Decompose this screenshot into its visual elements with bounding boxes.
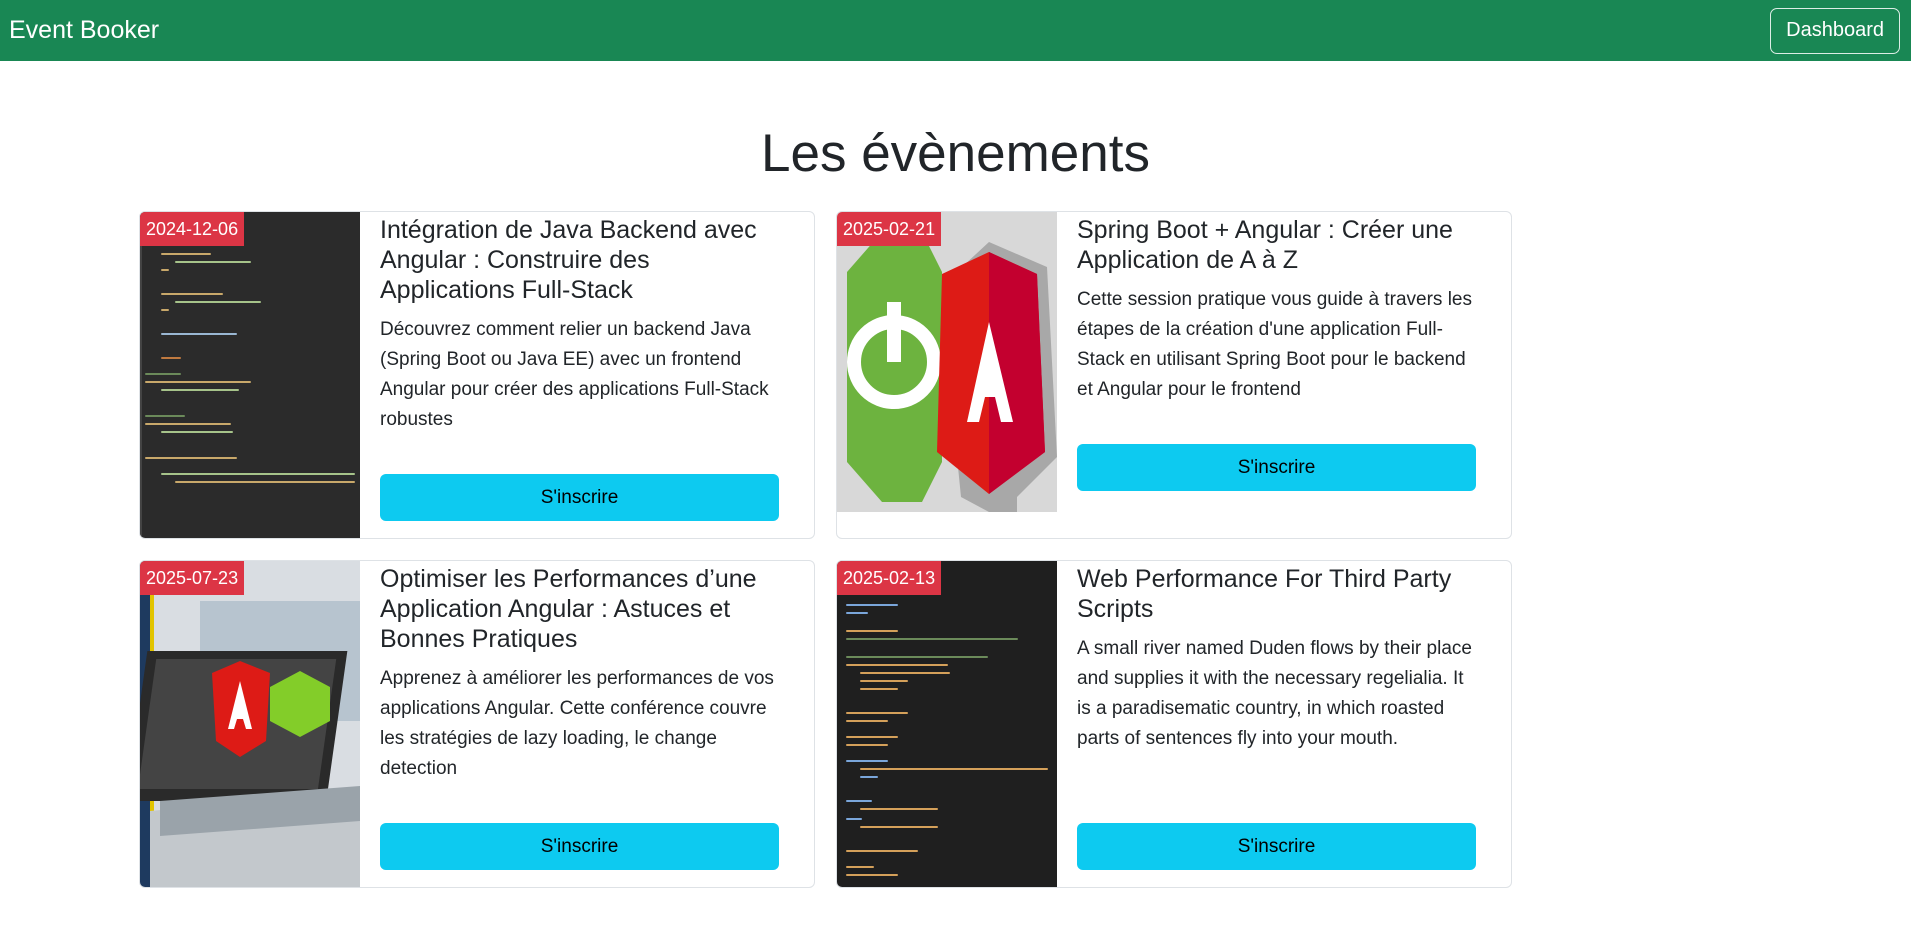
page-title: Les évènements <box>761 124 1150 183</box>
event-card: 2025-02-13 Web Performance For Third Par… <box>836 560 1512 888</box>
date-badge: 2025-02-21 <box>837 212 942 246</box>
event-card: 2025-02-21 Spring Boot + Angular : Créer… <box>836 211 1512 539</box>
event-card: 2025-07-23 Optimiser les Performances d’… <box>139 560 815 888</box>
date-badge: 2024-12-06 <box>140 212 245 246</box>
event-card-body: Web Performance For Third Party Scripts … <box>1057 561 1511 887</box>
signup-button[interactable]: S'inscrire <box>1077 444 1476 491</box>
date-badge: 2025-02-13 <box>837 561 942 595</box>
spring-angular-logo-image: 2025-02-21 <box>837 212 1057 538</box>
signup-button[interactable]: S'inscrire <box>380 474 779 521</box>
code-editor-image: 2025-02-13 <box>837 561 1057 887</box>
event-card-body: Optimiser les Performances d’une Applica… <box>360 561 814 887</box>
event-title: Spring Boot + Angular : Créer une Applic… <box>1077 216 1453 274</box>
event-description: Cette session pratique vous guide à trav… <box>1077 289 1472 400</box>
code-editor-image: 2024-12-06 <box>140 212 360 538</box>
signup-button[interactable]: S'inscrire <box>380 823 779 870</box>
event-card-body: Intégration de Java Backend avec Angular… <box>360 212 814 538</box>
event-description: Découvrez comment relier un backend Java… <box>380 319 769 430</box>
event-title: Web Performance For Third Party Scripts <box>1077 565 1452 623</box>
signup-button[interactable]: S'inscrire <box>1077 823 1476 870</box>
date-badge: 2025-07-23 <box>140 561 245 595</box>
event-title: Intégration de Java Backend avec Angular… <box>380 216 757 304</box>
laptop-angular-node-image: 2025-07-23 <box>140 561 360 887</box>
event-description: A small river named Duden flows by their… <box>1077 638 1472 749</box>
dashboard-button[interactable]: Dashboard <box>1770 7 1900 54</box>
event-title: Optimiser les Performances d’une Applica… <box>380 565 757 653</box>
event-card: 2024-12-06 Intégration de Java Backend a… <box>139 211 815 539</box>
navbar: Event Booker Dashboard <box>0 0 1911 61</box>
event-description: Apprenez à améliorer les performances de… <box>380 668 774 779</box>
events-grid: 2024-12-06 Intégration de Java Backend a… <box>139 211 1512 888</box>
event-card-body: Spring Boot + Angular : Créer une Applic… <box>1057 212 1511 538</box>
brand-logo-text[interactable]: Event Booker <box>9 16 159 45</box>
